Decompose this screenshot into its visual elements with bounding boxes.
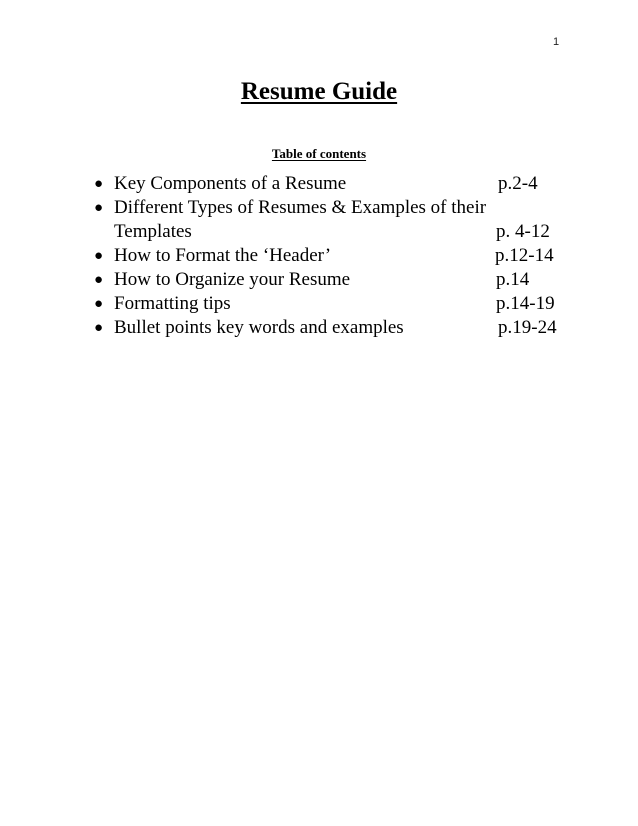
toc-item: ● Key Components of a Resume p.2-4: [0, 172, 638, 196]
bullet-icon: ●: [94, 176, 104, 192]
toc-heading-text: Table of contents: [271, 146, 367, 161]
toc-item-label: Different Types of Resumes & Examples of…: [114, 197, 487, 218]
bullet-icon: ●: [94, 200, 104, 216]
table-of-contents: ● Key Components of a Resume p.2-4 ● Dif…: [0, 172, 638, 340]
page-number: 1: [553, 36, 560, 48]
toc-item: ● Formatting tips p.14-19: [0, 292, 638, 316]
bullet-icon: ●: [94, 248, 104, 264]
toc-item-page: p.19-24: [498, 317, 557, 338]
bullet-icon: ●: [94, 320, 104, 336]
bullet-icon: ●: [94, 272, 104, 288]
toc-item-label: Formatting tips: [114, 293, 231, 314]
toc-item-page: p.2-4: [498, 173, 538, 194]
toc-item-label: Key Components of a Resume: [114, 173, 347, 194]
toc-item-page: p.12-14: [495, 245, 554, 266]
toc-item-label-continuation: Templates: [114, 221, 192, 242]
toc-item: ● Bullet points key words and examples p…: [0, 316, 638, 340]
toc-item: ● How to Format the ‘Header’ p.12-14: [0, 244, 638, 268]
toc-item-label: How to Format the ‘Header’: [114, 245, 332, 266]
document-title-text: Resume Guide: [240, 78, 398, 105]
document-page: 1 Resume Guide Table of contents ● Key C…: [0, 0, 638, 826]
toc-item-label: How to Organize your Resume: [114, 269, 351, 290]
toc-item-page: p.14-19: [496, 293, 555, 314]
toc-item: ● How to Organize your Resume p.14: [0, 268, 638, 292]
bullet-icon: ●: [94, 296, 104, 312]
toc-item-label: Bullet points key words and examples: [114, 317, 404, 338]
toc-item-continuation: Templates p. 4-12: [0, 220, 638, 244]
toc-item-page: p.14: [496, 269, 530, 290]
toc-item-page: p. 4-12: [496, 221, 550, 242]
toc-heading: Table of contents: [0, 146, 638, 162]
document-title: Resume Guide: [0, 78, 638, 106]
toc-item: ● Different Types of Resumes & Examples …: [0, 196, 638, 220]
